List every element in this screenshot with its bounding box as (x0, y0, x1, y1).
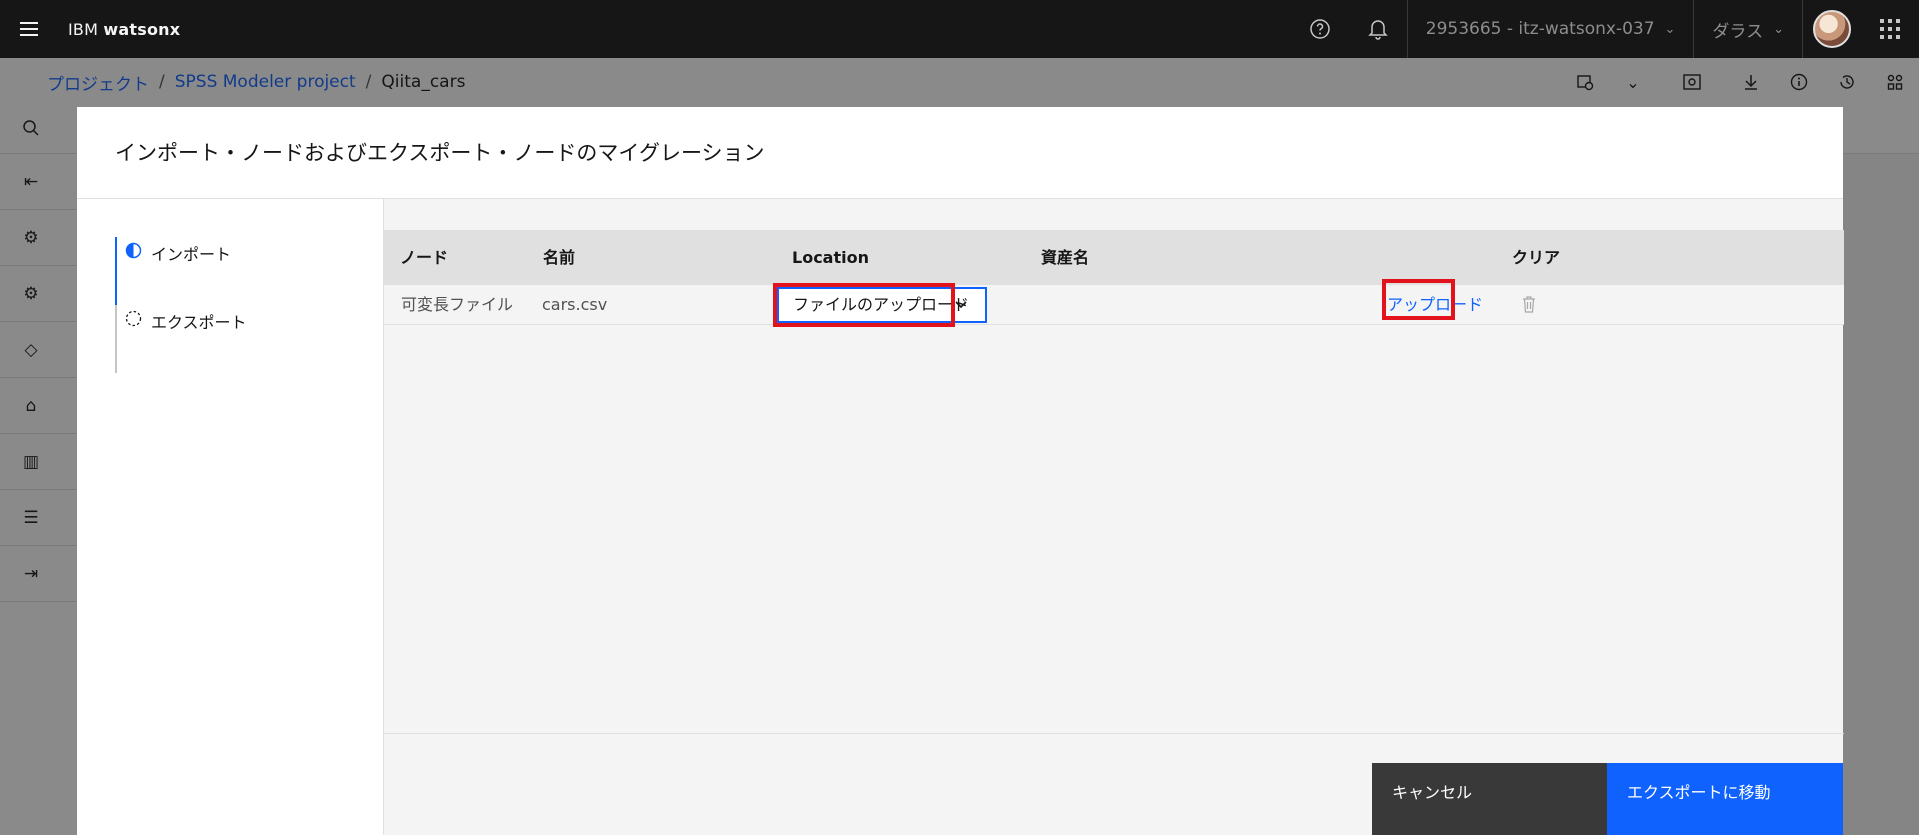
account-switcher[interactable]: 2953665 - itz-watsonx-037 ⌄ (1406, 0, 1695, 58)
top-header: IBM watsonx 2953665 - itz-watsonx-037 ⌄ … (0, 0, 1919, 58)
menu-icon[interactable] (0, 0, 58, 58)
cancel-button[interactable]: キャンセル (1372, 763, 1607, 835)
column-header-name: 名前 (543, 248, 576, 267)
column-header-location: Location (792, 248, 869, 267)
dashed-circle-icon (125, 310, 142, 331)
cancel-button-label: キャンセル (1392, 783, 1473, 802)
modal-title: インポート・ノードおよびエクスポート・ノードのマイグレーション (115, 141, 765, 165)
column-header-asset-name: 資産名 (1041, 248, 1090, 267)
region-label: ダラス (1712, 21, 1764, 42)
brand-name[interactable]: IBM watsonx (68, 20, 180, 39)
cell-name: cars.csv (542, 295, 608, 314)
brand-prefix: IBM (68, 19, 104, 39)
highlight-box (1382, 279, 1455, 320)
table-header: ノード 名前 Location 資産名 クリア (384, 230, 1844, 285)
footer-divider (384, 733, 1844, 734)
go-to-export-button[interactable]: エクスポートに移動 (1607, 763, 1843, 835)
step-indicator-current (115, 237, 117, 305)
account-label: 2953665 - itz-watsonx-037 (1425, 19, 1655, 39)
highlight-box (773, 283, 955, 327)
step-import[interactable]: インポート (125, 239, 325, 279)
trash-icon[interactable] (1522, 296, 1536, 313)
user-avatar-button[interactable] (1803, 0, 1861, 58)
chevron-down-icon: ⌄ (1773, 21, 1784, 37)
region-switcher[interactable]: ダラス ⌄ (1694, 0, 1803, 58)
go-to-export-button-label: エクスポートに移動 (1627, 783, 1771, 802)
help-icon[interactable] (1291, 0, 1349, 58)
migration-table-panel: ノード 名前 Location 資産名 クリア 可変長ファイル cars.csv… (383, 199, 1844, 835)
step-label: エクスポート (151, 313, 247, 332)
brand-product: watsonx (103, 19, 181, 39)
migration-modal: インポート・ノードおよびエクスポート・ノードのマイグレーション インポート エク… (77, 107, 1844, 835)
step-export[interactable]: エクスポート (125, 307, 325, 347)
step-label: インポート (151, 245, 232, 264)
table-row: 可変長ファイル cars.csv ファイルのアップロード アップロード (384, 279, 1844, 327)
step-indicator (115, 305, 117, 373)
bell-icon[interactable] (1349, 0, 1407, 58)
chevron-down-icon: ⌄ (1664, 21, 1676, 37)
column-header-clear: クリア (1512, 248, 1561, 267)
column-header-node: ノード (400, 248, 449, 267)
avatar (1813, 10, 1851, 48)
chevron-down-icon (955, 289, 967, 321)
half-circle-icon (125, 242, 142, 263)
app-switcher-icon[interactable] (1861, 0, 1919, 58)
header-actions: 2953665 - itz-watsonx-037 ⌄ ダラス ⌄ (1291, 0, 1919, 58)
cell-node: 可変長ファイル (401, 295, 514, 314)
